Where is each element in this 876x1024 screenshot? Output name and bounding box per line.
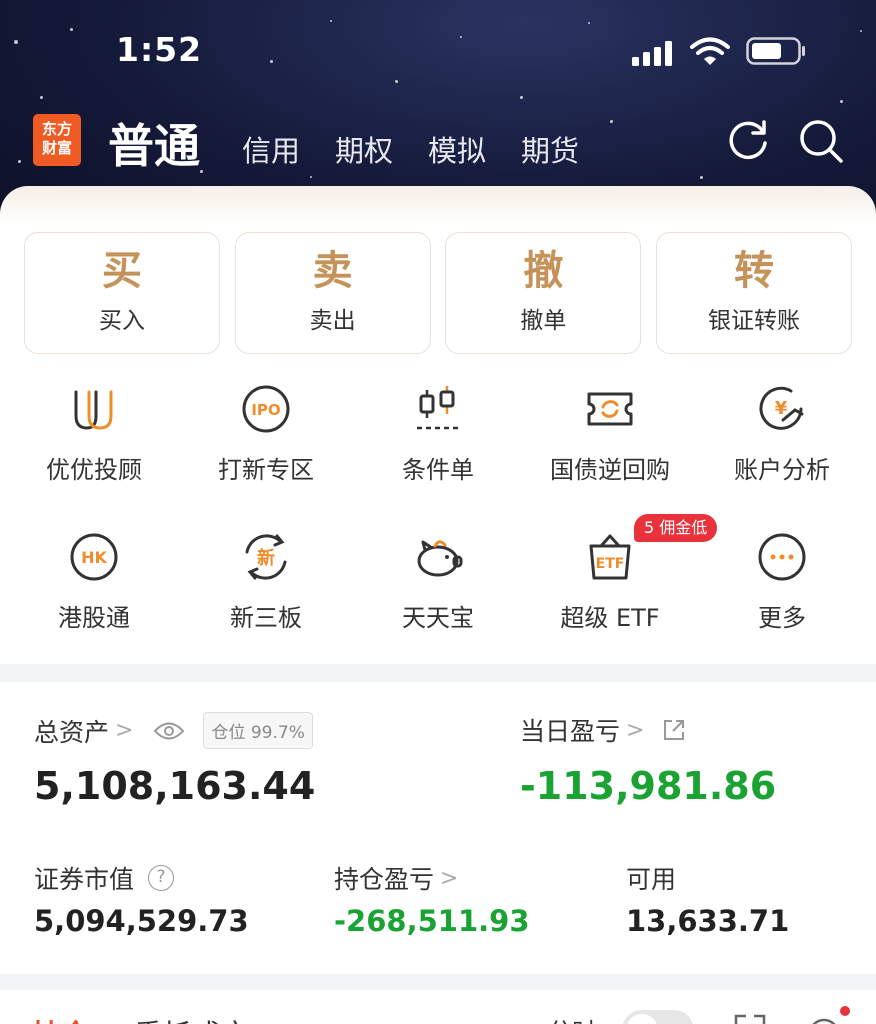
grid-item-super-etf[interactable]: ETF 5 佣金低 超级 ETF: [524, 514, 718, 668]
tab-xinyong[interactable]: 信用: [242, 128, 300, 170]
hk-icon: HK: [70, 533, 118, 581]
tab-moni[interactable]: 模拟: [428, 128, 486, 170]
uu-icon: [74, 390, 113, 430]
trade-panel: 买 买入 卖 卖出 撤 撤单 转 银证转账 优优投顾 IPO 打新专区 条件单 …: [0, 186, 876, 664]
total-assets-label[interactable]: 总资产: [34, 713, 109, 749]
ipo-icon: IPO: [242, 385, 290, 433]
signal-icon: [632, 40, 676, 66]
notification-dot: [840, 1006, 850, 1016]
available-header: 可用: [626, 860, 676, 896]
status-time: 1:52: [116, 30, 203, 69]
refresh-icon[interactable]: [726, 118, 770, 162]
etf-icon: ETF: [589, 534, 631, 580]
grid-item-account-analysis[interactable]: ¥ 账户分析: [696, 372, 868, 520]
available-value: 13,633.71: [626, 904, 790, 938]
daily-pl-header: 当日盈亏 >: [520, 712, 686, 748]
eye-icon[interactable]: [153, 720, 185, 742]
battery-icon: [746, 37, 805, 65]
holdings-tab-bar: 持仓 委托成交 分时: [0, 990, 876, 1024]
grid-item-youyou[interactable]: 优优投顾: [8, 372, 180, 520]
section-divider: [0, 974, 876, 990]
grid-item-tiantianbao[interactable]: 天天宝: [352, 520, 524, 668]
holding-pl-value: -268,511.93: [334, 904, 530, 938]
chevron-right-icon[interactable]: >: [115, 718, 133, 743]
grid-item-neeq[interactable]: 新 新三板: [180, 520, 352, 668]
search-icon[interactable]: [798, 118, 844, 164]
svg-text:¥: ¥: [775, 398, 788, 419]
market-value: 5,094,529.73: [34, 904, 249, 938]
external-link-icon[interactable]: [662, 718, 686, 742]
svg-text:ETF: ETF: [596, 556, 625, 572]
market-value-header: 证券市值 ?: [34, 860, 175, 896]
expand-icon[interactable]: [734, 1014, 766, 1024]
tab-orders[interactable]: 委托成交: [134, 1012, 250, 1024]
grid-item-reverse-repo[interactable]: 国债逆回购: [524, 372, 696, 520]
feature-grid: 优优投顾 IPO 打新专区 条件单 国债逆回购 ¥ 账户分析 HK 港股通 新 …: [8, 372, 868, 668]
tab-qihuo[interactable]: 期货: [521, 128, 579, 170]
section-divider: [0, 664, 876, 682]
xin-icon: 新: [245, 534, 287, 580]
piggy-bank-icon: [417, 540, 463, 577]
holding-pl-header: 持仓盈亏 >: [334, 860, 458, 896]
yuan-chart-icon: ¥: [759, 386, 804, 430]
svg-text:IPO: IPO: [251, 401, 280, 419]
more-icon: [758, 533, 806, 581]
app-logo: 东方 财富: [33, 114, 81, 166]
grid-item-hk-connect[interactable]: HK 港股通: [8, 520, 180, 668]
tab-qiquan[interactable]: 期权: [335, 128, 393, 170]
wifi-icon: [690, 37, 730, 65]
holding-pl-label[interactable]: 持仓盈亏: [334, 860, 434, 896]
svg-text:新: 新: [257, 547, 275, 569]
grid-item-more[interactable]: 更多: [696, 520, 868, 668]
sell-button[interactable]: 卖 卖出: [234, 232, 431, 354]
settings-icon[interactable]: [806, 1012, 842, 1024]
chevron-right-icon[interactable]: >: [440, 866, 458, 891]
chevron-right-icon[interactable]: >: [626, 718, 644, 743]
fenshi-label: 分时: [548, 1012, 596, 1024]
candlestick-icon: [417, 386, 459, 430]
tab-putong[interactable]: 普通: [108, 110, 200, 176]
grid-item-ipo[interactable]: IPO 打新专区: [180, 372, 352, 520]
asset-summary: 总资产 > 仓位 99.7% 5,108,163.44 当日盈亏 > -113,…: [0, 682, 876, 974]
market-value-label: 证券市值: [34, 865, 135, 894]
svg-text:HK: HK: [81, 548, 107, 567]
buy-button[interactable]: 买 买入: [24, 232, 220, 354]
account-mode-nav: 东方 财富 普通 信用 期权 模拟 期货: [0, 104, 876, 184]
bank-transfer-button[interactable]: 转 银证转账: [655, 232, 852, 354]
daily-pl-label[interactable]: 当日盈亏: [520, 712, 620, 748]
tab-holdings[interactable]: 持仓: [32, 1012, 90, 1024]
position-ratio-badge: 仓位 99.7%: [203, 712, 313, 749]
total-assets-header: 总资产 > 仓位 99.7%: [34, 712, 313, 749]
status-bar: 1:52: [0, 0, 876, 100]
fenshi-toggle[interactable]: [622, 1010, 694, 1024]
cancel-order-button[interactable]: 撤 撤单: [445, 232, 642, 354]
help-icon[interactable]: ?: [148, 865, 175, 891]
daily-pl-value: -113,981.86: [520, 764, 777, 808]
total-assets-value: 5,108,163.44: [34, 764, 316, 808]
available-label: 可用: [626, 865, 677, 894]
ticket-icon: [587, 392, 633, 426]
grid-item-conditional-order[interactable]: 条件单: [352, 372, 524, 520]
